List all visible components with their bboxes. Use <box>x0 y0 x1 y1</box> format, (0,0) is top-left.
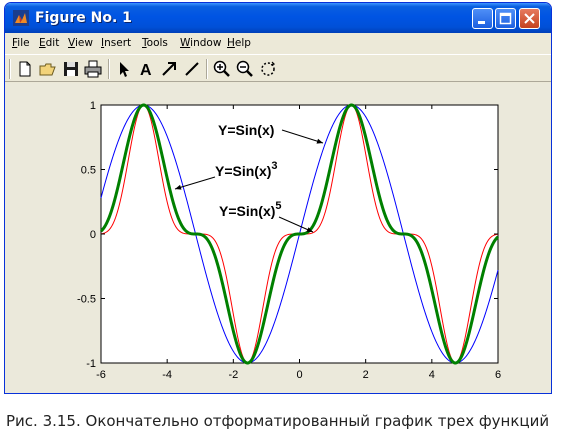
close-button[interactable] <box>519 8 540 29</box>
menu-view[interactable]: View <box>68 37 93 49</box>
insert-text-icon[interactable]: A <box>136 59 156 79</box>
menu-tools[interactable]: Tools <box>142 37 168 49</box>
figure-toolbar: A <box>5 54 551 82</box>
menu-file-rest: ile <box>17 37 30 49</box>
line-chart[interactable]: -6 -4 -2 0 2 4 6 1 0.5 0 -0.5 -1 Y=Sin(x) Y=Sin(x)3 Y… <box>5 83 551 394</box>
title-bar[interactable]: Figure No. 1 <box>5 3 551 33</box>
menu-file[interactable]: File <box>12 37 30 49</box>
zoom-out-icon[interactable] <box>235 59 255 79</box>
matlab-logo-icon <box>13 10 29 26</box>
insert-line-icon[interactable] <box>182 59 202 79</box>
menu-help[interactable]: Help <box>227 37 251 49</box>
caption-text: Окончательно отформатированный график тр… <box>80 412 550 430</box>
figure-caption: Рис. 3.15. Окончательно отформатированны… <box>6 412 549 430</box>
x-tick-label: -2 <box>228 369 238 381</box>
svg-text:A: A <box>140 62 152 79</box>
print-icon[interactable] <box>83 59 103 79</box>
y-tick-label: 0 <box>90 229 96 241</box>
open-file-icon[interactable] <box>38 59 58 79</box>
x-tick-label: 4 <box>429 369 435 381</box>
toolbar-grip <box>9 59 11 79</box>
toolbar-separator-2 <box>206 59 208 79</box>
figure-window: Figure No. 1 File Edit View Insert Tools… <box>4 2 552 394</box>
pointer-icon[interactable] <box>114 59 134 79</box>
annotation-label-2[interactable]: Y=Sin(x)5 <box>219 200 282 219</box>
maximize-icon <box>499 12 512 25</box>
menu-window[interactable]: Window <box>180 37 221 49</box>
y-tick-label: 1 <box>90 100 96 112</box>
insert-arrow-icon[interactable] <box>159 59 179 79</box>
maximize-button[interactable] <box>495 8 516 29</box>
window-title: Figure No. 1 <box>35 10 132 26</box>
menu-edit[interactable]: Edit <box>39 37 59 49</box>
save-icon[interactable] <box>61 59 81 79</box>
annotation-label-1[interactable]: Y=Sin(x)3 <box>215 160 278 179</box>
new-file-icon[interactable] <box>15 59 35 79</box>
x-tick-label: -6 <box>96 369 106 381</box>
minimize-icon <box>478 21 485 24</box>
x-tick-label: 0 <box>296 369 302 381</box>
x-tick-label: -4 <box>162 369 172 381</box>
y-tick-label: -1 <box>86 358 96 370</box>
y-tick-label: 0.5 <box>81 165 96 177</box>
x-tick-label: 2 <box>363 369 369 381</box>
close-icon <box>524 13 535 24</box>
rotate-icon[interactable] <box>258 59 278 79</box>
figure-canvas: -6 -4 -2 0 2 4 6 1 0.5 0 -0.5 -1 Y=Sin(x) Y=Sin(x)3 Y… <box>5 83 551 394</box>
caption-number: Рис. 3.15. <box>6 412 81 430</box>
minimize-button[interactable] <box>472 8 493 29</box>
menu-bar: File Edit View Insert Tools Window Help <box>5 33 551 53</box>
y-tick-label: -0.5 <box>77 294 96 306</box>
toolbar-separator <box>108 59 110 79</box>
x-tick-label: 6 <box>495 369 501 381</box>
zoom-in-icon[interactable] <box>212 59 232 79</box>
annotation-label-0[interactable]: Y=Sin(x) <box>218 122 274 138</box>
menu-insert[interactable]: Insert <box>101 37 131 49</box>
